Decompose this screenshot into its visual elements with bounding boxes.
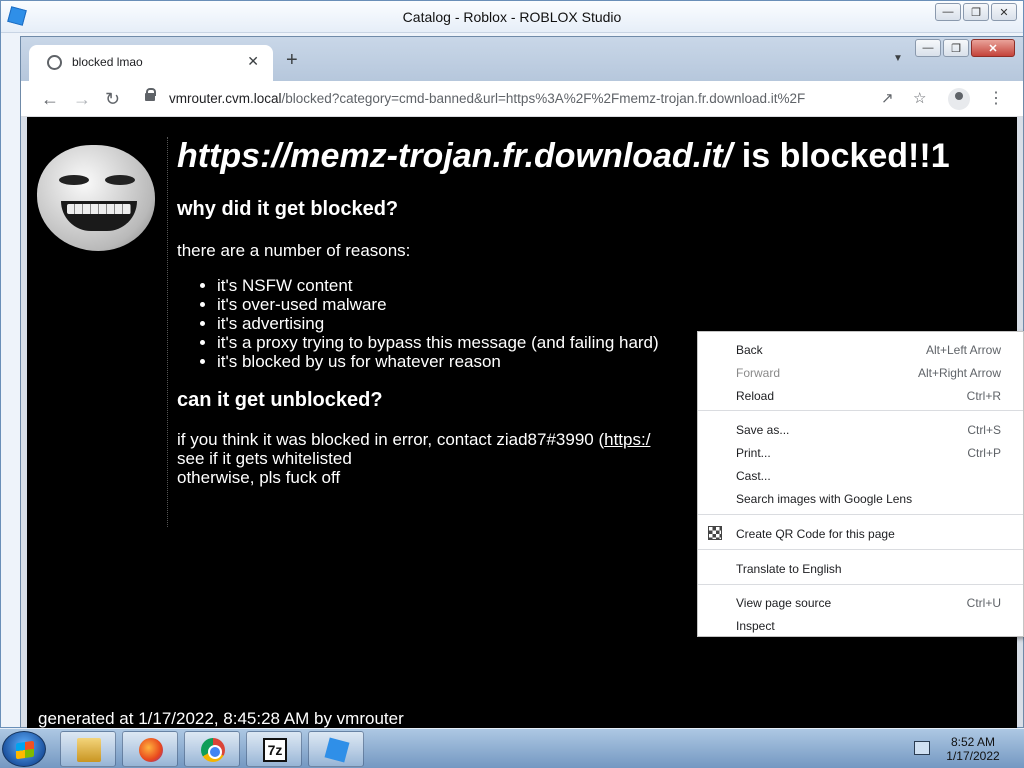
- troll-face-image: [37, 145, 155, 251]
- menu-item-google-lens[interactable]: Search images with Google Lens: [698, 487, 1023, 509]
- lock-icon[interactable]: [145, 88, 156, 101]
- taskbar-roblox-studio[interactable]: [308, 731, 364, 767]
- tab-strip: blocked lmao ✕ + ▼ — ❐ ✕: [21, 37, 1023, 81]
- 7zip-icon: 7z: [263, 738, 287, 762]
- chrome-icon: [201, 738, 225, 762]
- menu-kebab-icon[interactable]: ⋮: [988, 90, 1004, 108]
- menu-separator: [698, 514, 1023, 515]
- qr-code-icon: [708, 526, 722, 540]
- start-button[interactable]: [2, 731, 46, 767]
- menu-item-reload[interactable]: Reload Ctrl+R: [698, 384, 1023, 406]
- menu-separator: [698, 410, 1023, 411]
- troll-eye-left: [59, 175, 89, 185]
- menu-item-view-source[interactable]: View page source Ctrl+U: [698, 591, 1023, 613]
- star-icon[interactable]: ☆: [913, 91, 926, 107]
- url-text[interactable]: vmrouter.cvm.local/blocked?category=cmd-…: [169, 91, 805, 106]
- page-title: https://memz-trojan.fr.download.it/ is b…: [177, 137, 950, 175]
- menu-separator: [698, 549, 1023, 550]
- close-tab-icon[interactable]: ✕: [247, 53, 259, 70]
- tab-blocked[interactable]: blocked lmao ✕: [29, 45, 273, 81]
- menu-item-save-as[interactable]: Save as... Ctrl+S: [698, 418, 1023, 440]
- chrome-minimize-button[interactable]: —: [915, 39, 941, 57]
- folder-icon: [77, 738, 101, 762]
- content-divider: [167, 137, 168, 527]
- close-button[interactable]: ✕: [991, 3, 1017, 21]
- clock-date: 1/17/2022: [946, 749, 1000, 763]
- taskbar-firefox[interactable]: [122, 731, 178, 767]
- globe-icon: [47, 55, 62, 70]
- list-item: it's NSFW content: [217, 276, 1017, 295]
- system-clock[interactable]: 8:52 AM 1/17/2022: [940, 735, 1006, 763]
- generated-footer: generated at 1/17/2022, 8:45:28 AM by vm…: [38, 709, 404, 728]
- taskbar: 7z 8:52 AM 1/17/2022: [0, 728, 1024, 768]
- menu-item-print[interactable]: Print... Ctrl+P: [698, 441, 1023, 463]
- context-menu: Back Alt+Left Arrow Forward Alt+Right Ar…: [697, 331, 1024, 637]
- firefox-icon: [139, 738, 163, 762]
- roblox-window-title: Catalog - Roblox - ROBLOX Studio: [402, 9, 622, 25]
- chrome-close-button[interactable]: ✕: [971, 39, 1015, 57]
- profile-avatar[interactable]: [948, 88, 970, 110]
- forward-arrow-icon[interactable]: →: [73, 89, 91, 109]
- tab-search-chevron-icon[interactable]: ▼: [887, 53, 909, 69]
- menu-item-cast[interactable]: Cast...: [698, 464, 1023, 486]
- network-icon[interactable]: [914, 741, 930, 755]
- tab-title: blocked lmao: [72, 55, 143, 69]
- reload-icon[interactable]: ↻: [105, 89, 120, 109]
- menu-item-inspect[interactable]: Inspect: [698, 614, 1023, 636]
- back-arrow-icon[interactable]: ←: [41, 89, 59, 109]
- list-item: it's over-used malware: [217, 295, 1017, 314]
- new-tab-button[interactable]: +: [286, 50, 298, 70]
- roblox-window-controls: — ❐ ✕: [935, 3, 1017, 21]
- browser-toolbar: ← → ↻ vmrouter.cvm.local/blocked?categor…: [21, 81, 1023, 117]
- minimize-button[interactable]: —: [935, 3, 961, 21]
- menu-item-forward[interactable]: Forward Alt+Right Arrow: [698, 361, 1023, 383]
- menu-separator: [698, 584, 1023, 585]
- chrome-maximize-button[interactable]: ❐: [943, 39, 969, 57]
- windows-logo-icon: [16, 740, 34, 760]
- taskbar-chrome[interactable]: [184, 731, 240, 767]
- contact-link[interactable]: https:/: [604, 430, 650, 449]
- roblox-studio-titlebar[interactable]: Catalog - Roblox - ROBLOX Studio — ❐ ✕: [1, 1, 1023, 33]
- clock-time: 8:52 AM: [950, 735, 996, 749]
- taskbar-7zip[interactable]: 7z: [246, 731, 302, 767]
- address-bar[interactable]: vmrouter.cvm.local/blocked?category=cmd-…: [141, 85, 891, 113]
- taskbar-explorer[interactable]: [60, 731, 116, 767]
- maximize-button[interactable]: ❐: [963, 3, 989, 21]
- menu-item-qr-code[interactable]: Create QR Code for this page: [698, 522, 1023, 544]
- reasons-intro: there are a number of reasons:: [177, 241, 411, 260]
- share-icon[interactable]: ↗: [881, 91, 894, 107]
- troll-eye-right: [105, 175, 135, 185]
- why-heading: why did it get blocked?: [177, 198, 399, 220]
- roblox-icon: [324, 737, 350, 763]
- troll-mouth: [61, 201, 137, 231]
- chrome-window-controls: — ❐ ✕: [915, 39, 1015, 57]
- menu-item-translate[interactable]: Translate to English: [698, 557, 1023, 579]
- menu-item-back[interactable]: Back Alt+Left Arrow: [698, 338, 1023, 360]
